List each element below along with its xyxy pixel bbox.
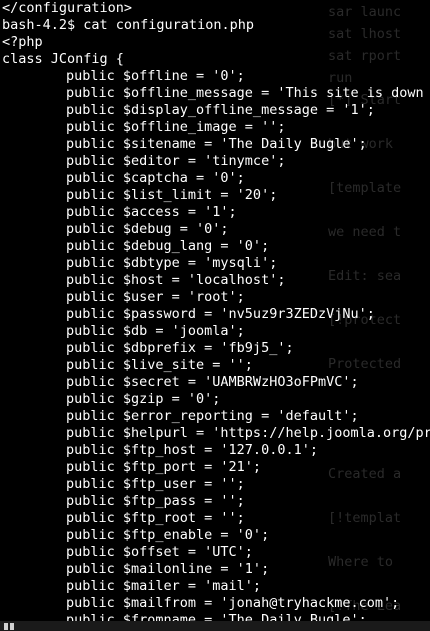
terminal-line-text: public $password = 'nv5uz9r3ZEDzVjNu'; bbox=[66, 306, 375, 322]
terminal-line: public $ftp_user = ''; bbox=[2, 476, 430, 493]
terminal-line: public $host = 'localhost'; bbox=[2, 272, 430, 289]
terminal-line-text: public $error_reporting = 'default'; bbox=[66, 408, 359, 424]
terminal-line: public $dbprefix = 'fb9j5_'; bbox=[2, 340, 430, 357]
terminal-line-text: public $ftp_enable = '0'; bbox=[66, 527, 270, 543]
terminal-line: public $ftp_pass = ''; bbox=[2, 493, 430, 510]
terminal-line: public $dbtype = 'mysqli'; bbox=[2, 255, 430, 272]
terminal-line-text: bash-4.2$ cat configuration.php bbox=[2, 17, 254, 33]
terminal-line: public $db = 'joomla'; bbox=[2, 323, 430, 340]
terminal-line: public $user = 'root'; bbox=[2, 289, 430, 306]
terminal-line-text: public $ftp_root = ''; bbox=[66, 510, 245, 526]
terminal-line-text: public $live_site = ''; bbox=[66, 357, 253, 373]
terminal-line-text: public $host = 'localhost'; bbox=[66, 272, 286, 288]
terminal-line-text: public $display_offline_message = '1'; bbox=[66, 102, 375, 118]
terminal-line-text: public $offset = 'UTC'; bbox=[66, 544, 253, 560]
terminal-line: public $mailonline = '1'; bbox=[2, 561, 430, 578]
terminal-line: public $password = 'nv5uz9r3ZEDzVjNu'; bbox=[2, 306, 430, 323]
bottom-bar-block-left bbox=[4, 623, 8, 630]
terminal-line: public $mailer = 'mail'; bbox=[2, 578, 430, 595]
terminal-line: public $offline_message = 'This site is … bbox=[2, 85, 430, 102]
window-bottom-bar bbox=[0, 621, 430, 631]
terminal-line: public $secret = 'UAMBRWzHO3oFPmVC'; bbox=[2, 374, 430, 391]
terminal-line-text: public $mailfrom = 'jonah@tryhackme.com'… bbox=[66, 595, 400, 611]
terminal-output[interactable]: </configuration> bash-4.2$ cat configurat… bbox=[2, 0, 430, 629]
terminal-window[interactable]: sar launc sat lhost sat rport run [*] Start b… bbox=[0, 0, 430, 631]
terminal-line-text: public $helpurl = 'https://help.joomla.o… bbox=[66, 425, 430, 441]
terminal-line-text: public $list_limit = '20'; bbox=[66, 187, 278, 203]
terminal-line: public $ftp_port = '21'; bbox=[2, 459, 430, 476]
terminal-line-text: public $access = '1'; bbox=[66, 204, 237, 220]
terminal-line: public $access = '1'; bbox=[2, 204, 430, 221]
terminal-line-text: public $gzip = '0'; bbox=[66, 391, 221, 407]
terminal-line-text: public $dbprefix = 'fb9j5_'; bbox=[66, 340, 294, 356]
terminal-line: class JConfig { bbox=[2, 51, 430, 68]
terminal-line: public $display_offline_message = '1'; bbox=[2, 102, 430, 119]
terminal-line: public $ftp_host = '127.0.0.1'; bbox=[2, 442, 430, 459]
terminal-line: public $error_reporting = 'default'; bbox=[2, 408, 430, 425]
terminal-line-text: public $mailer = 'mail'; bbox=[66, 578, 262, 594]
terminal-line-text: public $dbtype = 'mysqli'; bbox=[66, 255, 278, 271]
terminal-line-text: public $offline_message = 'This site is … bbox=[66, 85, 430, 101]
terminal-line: public $sitename = 'The Daily Bugle'; bbox=[2, 136, 430, 153]
terminal-line: public $ftp_root = ''; bbox=[2, 510, 430, 527]
terminal-line-text: public $ftp_port = '21'; bbox=[66, 459, 262, 475]
terminal-line-text: public $db = 'joomla'; bbox=[66, 323, 245, 339]
terminal-line-text: </configuration> bbox=[2, 0, 133, 16]
terminal-line-text: public $ftp_host = '127.0.0.1'; bbox=[66, 442, 318, 458]
terminal-line: public $ftp_enable = '0'; bbox=[2, 527, 430, 544]
terminal-line-text: public $debug = '0'; bbox=[66, 221, 229, 237]
bottom-bar-block-right bbox=[10, 623, 14, 630]
terminal-line-text: <?php bbox=[2, 34, 43, 50]
terminal-line-text: public $sitename = 'The Daily Bugle'; bbox=[66, 136, 367, 152]
terminal-line: public $offline_image = ''; bbox=[2, 119, 430, 136]
terminal-line-text: public $captcha = '0'; bbox=[66, 170, 245, 186]
terminal-line-text: public $secret = 'UAMBRWzHO3oFPmVC'; bbox=[66, 374, 359, 390]
terminal-line-text: public $offline = '0'; bbox=[66, 68, 245, 84]
terminal-line-text: public $ftp_user = ''; bbox=[66, 476, 245, 492]
terminal-line: bash-4.2$ cat configuration.php bbox=[2, 17, 430, 34]
terminal-line: public $debug = '0'; bbox=[2, 221, 430, 238]
terminal-line: public $gzip = '0'; bbox=[2, 391, 430, 408]
terminal-line-text: public $debug_lang = '0'; bbox=[66, 238, 270, 254]
terminal-line-text: public $editor = 'tinymce'; bbox=[66, 153, 286, 169]
terminal-line: public $mailfrom = 'jonah@tryhackme.com'… bbox=[2, 595, 430, 612]
terminal-line-text: public $mailonline = '1'; bbox=[66, 561, 270, 577]
terminal-line: public $offset = 'UTC'; bbox=[2, 544, 430, 561]
terminal-line: public $offline = '0'; bbox=[2, 68, 430, 85]
terminal-line: public $live_site = ''; bbox=[2, 357, 430, 374]
terminal-line-text: public $user = 'root'; bbox=[66, 289, 245, 305]
terminal-line: </configuration> bbox=[2, 0, 430, 17]
terminal-line-text: class JConfig { bbox=[2, 51, 124, 67]
terminal-line: public $editor = 'tinymce'; bbox=[2, 153, 430, 170]
terminal-line: public $list_limit = '20'; bbox=[2, 187, 430, 204]
terminal-line-text: public $offline_image = ''; bbox=[66, 119, 286, 135]
terminal-line: public $debug_lang = '0'; bbox=[2, 238, 430, 255]
terminal-line: <?php bbox=[2, 34, 430, 51]
terminal-line: public $helpurl = 'https://help.joomla.o… bbox=[2, 425, 430, 442]
terminal-line: public $captcha = '0'; bbox=[2, 170, 430, 187]
terminal-line-text: public $ftp_pass = ''; bbox=[66, 493, 245, 509]
